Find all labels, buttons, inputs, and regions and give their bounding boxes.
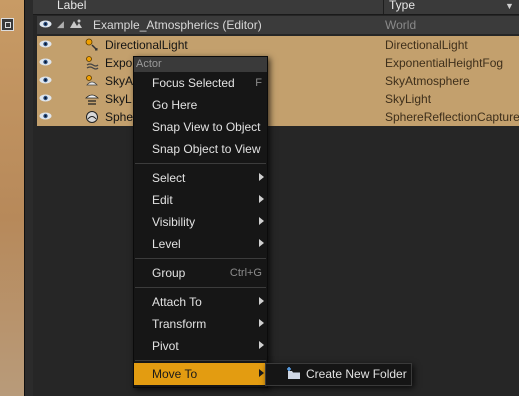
outliner-header: Label Type ▼ bbox=[33, 0, 519, 15]
move-to-submenu: Create New Folder bbox=[265, 363, 412, 386]
fog-icon bbox=[86, 56, 99, 70]
actor-context-menu: Actor Focus Selected F Go Here Snap View … bbox=[133, 56, 268, 388]
menu-section-heading: Actor bbox=[134, 57, 267, 72]
submenu-arrow-icon bbox=[259, 195, 264, 203]
row-type: DirectionalLight bbox=[385, 38, 468, 52]
eye-icon[interactable] bbox=[39, 94, 52, 102]
menu-separator bbox=[135, 360, 266, 361]
menu-item-move-to[interactable]: Move To bbox=[134, 363, 267, 385]
menu-item-select[interactable]: Select bbox=[134, 167, 267, 189]
row-name: SkyA bbox=[105, 74, 134, 88]
menu-item-focus-selected[interactable]: Focus Selected F bbox=[134, 72, 267, 94]
row-type: SphereReflectionCapture bbox=[385, 110, 519, 124]
eye-icon[interactable] bbox=[39, 40, 52, 48]
submenu-arrow-icon bbox=[259, 319, 264, 327]
outliner-row[interactable]: Sphe SphereReflectionCapture bbox=[37, 108, 519, 126]
menu-item-edit[interactable]: Edit bbox=[134, 189, 267, 211]
menu-item-group[interactable]: Group Ctrl+G bbox=[134, 262, 267, 284]
eye-icon[interactable] bbox=[39, 20, 52, 28]
submenu-arrow-icon bbox=[259, 239, 264, 247]
submenu-arrow-icon bbox=[259, 217, 264, 225]
menu-item-visibility[interactable]: Visibility bbox=[134, 211, 267, 233]
row-name: Expo bbox=[105, 56, 133, 70]
row-name: Sphe bbox=[105, 110, 134, 124]
eye-icon[interactable] bbox=[39, 58, 52, 66]
outliner-row[interactable]: DirectionalLight DirectionalLight bbox=[37, 36, 519, 54]
sphere-reflection-icon bbox=[86, 111, 98, 123]
submenu-arrow-icon bbox=[259, 341, 264, 349]
menu-separator bbox=[135, 258, 266, 259]
menu-item-transform[interactable]: Transform bbox=[134, 313, 267, 335]
row-type: ExponentialHeightFog bbox=[385, 56, 504, 70]
submenu-arrow-icon bbox=[259, 369, 264, 377]
tree-collapse-icon[interactable]: ◢ bbox=[57, 19, 64, 30]
sort-arrow-icon[interactable]: ▼ bbox=[505, 1, 514, 11]
row-name: SkyL bbox=[105, 92, 132, 106]
outliner-row-world[interactable]: ◢ Example_Atmospherics (Editor) World bbox=[37, 16, 519, 34]
folder-plus-icon bbox=[287, 367, 300, 379]
world-icon bbox=[70, 19, 82, 28]
world-outliner: Label Type ▼ ◢ Example_Atmospherics (Edi… bbox=[33, 0, 519, 396]
menu-item-attach-to[interactable]: Attach To bbox=[134, 291, 267, 313]
panel-divider bbox=[24, 0, 33, 396]
sky-atmosphere-icon bbox=[86, 75, 98, 86]
viewport-edge bbox=[0, 0, 24, 396]
row-type: SkyAtmosphere bbox=[385, 74, 470, 88]
column-header-label[interactable]: Label bbox=[57, 0, 86, 12]
submenu-arrow-icon bbox=[259, 297, 264, 305]
menu-item-snap-object-to-view[interactable]: Snap Object to View bbox=[134, 138, 267, 160]
eye-icon[interactable] bbox=[39, 112, 52, 120]
menu-separator bbox=[135, 163, 266, 164]
viewport-toggle-icon[interactable] bbox=[1, 18, 14, 31]
row-type: World bbox=[385, 18, 417, 32]
outliner-row[interactable]: Expo ExponentialHeightFog bbox=[37, 54, 519, 72]
row-type: SkyLight bbox=[385, 92, 432, 106]
submenu-arrow-icon bbox=[259, 173, 264, 181]
menu-item-create-new-folder[interactable]: Create New Folder bbox=[266, 364, 411, 385]
row-name: Example_Atmospherics (Editor) bbox=[93, 18, 262, 32]
menu-item-snap-view-to-object[interactable]: Snap View to Object bbox=[134, 116, 267, 138]
eye-icon[interactable] bbox=[39, 76, 52, 84]
menu-item-pivot[interactable]: Pivot bbox=[134, 335, 267, 357]
menu-item-go-here[interactable]: Go Here bbox=[134, 94, 267, 116]
sky-light-icon bbox=[85, 94, 99, 105]
menu-item-level[interactable]: Level bbox=[134, 233, 267, 255]
directional-light-icon bbox=[85, 38, 98, 51]
column-header-type[interactable]: Type bbox=[389, 0, 415, 12]
menu-separator bbox=[135, 287, 266, 288]
row-name: DirectionalLight bbox=[105, 38, 188, 52]
outliner-row[interactable]: SkyA SkyAtmosphere bbox=[37, 72, 519, 90]
outliner-row[interactable]: SkyL SkyLight bbox=[37, 90, 519, 108]
shortcut-label: Ctrl+G bbox=[229, 267, 262, 279]
column-separator[interactable] bbox=[383, 0, 384, 14]
shortcut-label: F bbox=[255, 77, 262, 89]
